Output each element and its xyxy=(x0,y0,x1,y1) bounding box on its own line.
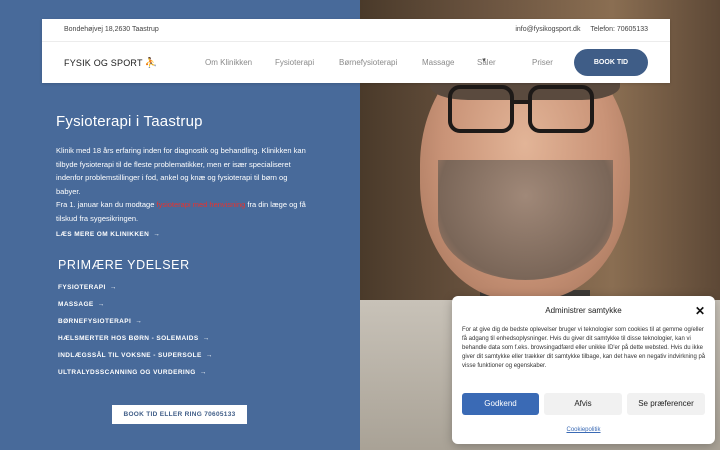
cta-book-call-button[interactable]: BOOK TID ELLER RING 70605133 xyxy=(112,405,247,424)
site-header: Bondehøjvej 18,2630 Taastrup info@fysiko… xyxy=(42,19,670,83)
close-icon[interactable]: ✕ xyxy=(695,304,705,318)
services-list: FYSIOTERAPI → MASSAGE → BØRNEFYSIOTERAPI → … xyxy=(56,284,311,386)
cookie-consent-dialog: Administrer samtykke ✕ For at give dig d… xyxy=(452,296,715,444)
address: Bondehøjvej 18,2630 Taastrup xyxy=(64,26,159,33)
arrow-right-icon: → xyxy=(109,284,117,291)
preferences-button[interactable]: Se præferencer xyxy=(627,393,705,415)
top-bar: Bondehøjvej 18,2630 Taastrup info@fysiko… xyxy=(42,19,670,42)
nav-item-fysioterapi[interactable]: Fysioterapi xyxy=(275,58,314,67)
referral-link[interactable]: fysioterapi med henvisning xyxy=(156,200,245,209)
service-label: HÆLSMERTER HOS BØRN - SOLEMAIDS xyxy=(58,335,199,342)
contact-info: info@fysikogsport.dk Telefon: 70605133 xyxy=(507,26,648,33)
referral-text-before: Fra 1. januar kan du modtage xyxy=(56,200,157,209)
service-label: MASSAGE xyxy=(58,301,94,308)
nav-item-priser[interactable]: Priser xyxy=(532,58,553,67)
arrow-right-icon: → xyxy=(153,231,161,238)
caret-down-icon: ▼ xyxy=(481,58,487,64)
service-label: BØRNEFYSIOTERAPI xyxy=(58,318,132,325)
arrow-right-icon: → xyxy=(202,335,210,342)
hero-content: Fysioterapi i Taastrup Klinik med 18 års… xyxy=(56,113,311,386)
arrow-right-icon: → xyxy=(135,318,143,325)
nav-item-om-klinikken[interactable]: Om Klinikken xyxy=(205,58,252,67)
runner-icon: ⛹ xyxy=(144,58,158,69)
photo-glasses-left xyxy=(448,85,514,133)
book-button[interactable]: BOOK TID xyxy=(574,49,648,76)
service-link-supersole[interactable]: INDLÆGSSÅL TIL VOKSNE - SUPERSOLE → xyxy=(58,352,311,369)
service-link-ultralyd[interactable]: ULTRALYDSSCANNING OG VURDERING → xyxy=(58,369,311,386)
site-logo[interactable]: FYSIK OG SPORT ⛹ xyxy=(64,58,157,69)
read-more-link[interactable]: LÆS MERE OM KLINIKKEN → xyxy=(56,231,311,238)
intro-text: Klinik med 18 års erfaring inden for dia… xyxy=(56,146,306,196)
service-link-boernefysioterapi[interactable]: BØRNEFYSIOTERAPI → xyxy=(58,318,311,335)
service-label: ULTRALYDSSCANNING OG VURDERING xyxy=(58,369,196,376)
service-link-solemaids[interactable]: HÆLSMERTER HOS BØRN - SOLEMAIDS → xyxy=(58,335,311,352)
nav-item-boernefysioterapi[interactable]: Børnefysioterapi xyxy=(339,58,397,67)
arrow-right-icon: → xyxy=(199,369,207,376)
photo-glasses-right xyxy=(528,85,594,133)
referral-text: Fra 1. januar kan du modtage fysioterapi… xyxy=(56,198,311,225)
consent-text: For at give dig de bedste oplevelser bru… xyxy=(462,327,706,369)
photo-glasses-bridge xyxy=(510,100,528,104)
email-link[interactable]: info@fysikogsport.dk xyxy=(515,26,580,33)
service-label: FYSIOTERAPI xyxy=(58,284,106,291)
logo-text: FYSIK OG SPORT xyxy=(64,58,143,68)
cookie-policy-link[interactable]: Cookiepolitik xyxy=(452,427,715,433)
deny-button[interactable]: Afvis xyxy=(544,393,622,415)
read-more-label: LÆS MERE OM KLINIKKEN xyxy=(56,231,150,238)
service-link-fysioterapi[interactable]: FYSIOTERAPI → xyxy=(58,284,311,301)
service-label: INDLÆGSSÅL TIL VOKSNE - SUPERSOLE xyxy=(58,352,202,359)
accept-button[interactable]: Godkend xyxy=(462,393,539,415)
page-title: Fysioterapi i Taastrup xyxy=(56,113,203,130)
arrow-right-icon: → xyxy=(97,301,105,308)
services-heading: PRIMÆRE YDELSER xyxy=(58,258,190,272)
service-link-massage[interactable]: MASSAGE → xyxy=(58,301,311,318)
photo-beard xyxy=(438,160,613,280)
consent-title: Administrer samtykke xyxy=(545,306,622,315)
arrow-right-icon: → xyxy=(205,352,213,359)
phone-link[interactable]: Telefon: 70605133 xyxy=(590,26,648,33)
nav-item-massage[interactable]: Massage xyxy=(422,58,454,67)
